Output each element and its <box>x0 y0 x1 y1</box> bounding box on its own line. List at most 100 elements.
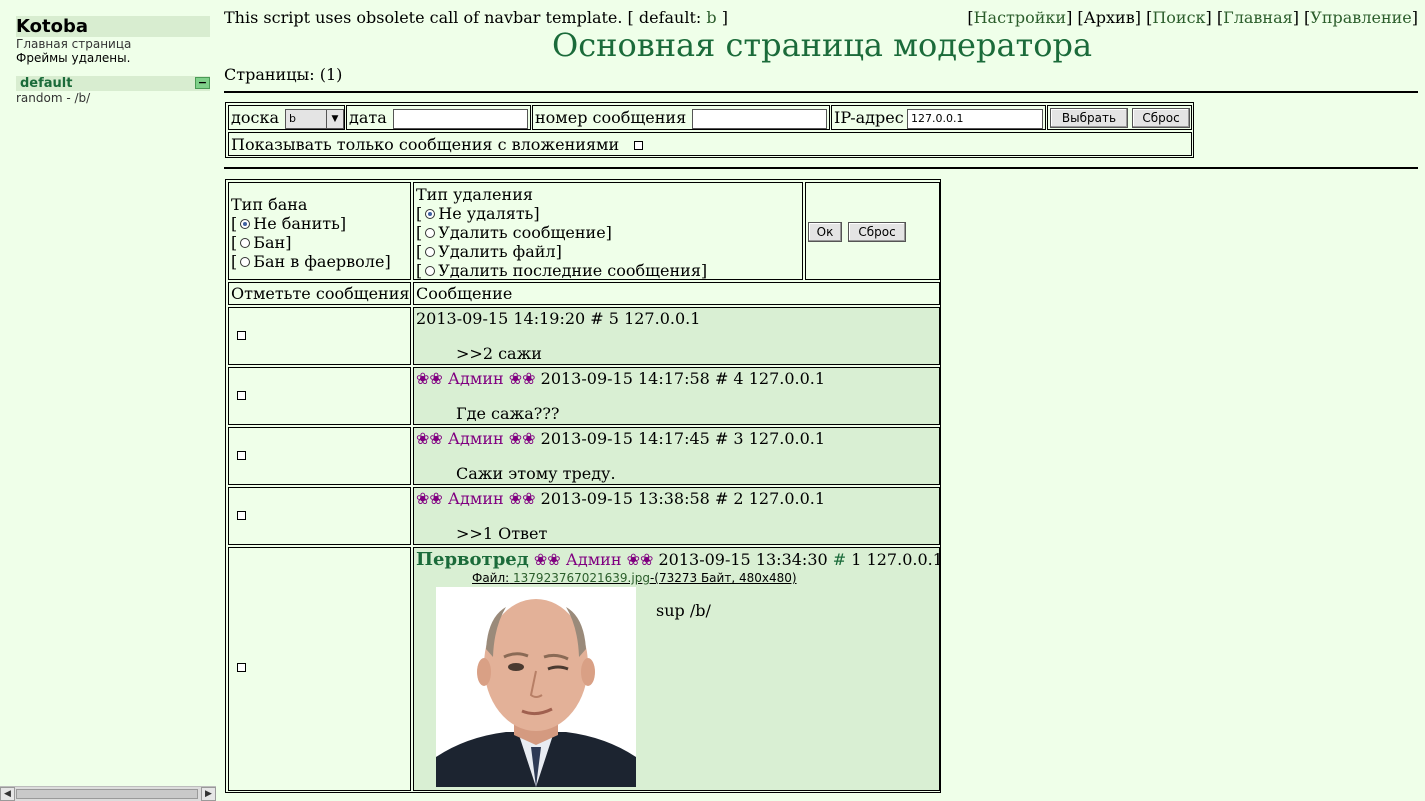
delete-option-last[interactable]: [Удалить последние сообщения] <box>416 261 707 280</box>
post-number: # 4 <box>714 369 744 388</box>
notice-board-link[interactable]: b <box>706 8 716 27</box>
moderation-table: Тип бана [Не банить] [Бан] [Бан в фаерво… <box>225 179 943 793</box>
collapse-toggle-button[interactable]: − <box>195 77 210 89</box>
post-text: >>2 сажи <box>456 344 542 363</box>
radio-icon[interactable] <box>240 218 251 229</box>
post-number: 1 <box>851 550 862 569</box>
scrollbar-thumb[interactable] <box>16 789 198 799</box>
attachments-only-checkbox[interactable] <box>634 141 643 150</box>
scroll-left-icon[interactable]: ◀ <box>0 787 15 801</box>
page-title: Основная страница модератора <box>551 26 1093 64</box>
ban-option-none[interactable]: [Не банить] <box>231 214 346 233</box>
site-title: Kotoba <box>16 16 210 37</box>
nav-search-link[interactable]: Поиск <box>1152 8 1205 27</box>
op-subject: Первотред <box>416 549 529 570</box>
notice-text: This script uses obsolete call of navbar… <box>224 8 702 27</box>
mark-column-header: Отметьте сообщения <box>228 282 411 305</box>
nav-manage-link[interactable]: Управление <box>1310 8 1411 27</box>
post-author: ❀❀ Админ ❀❀ <box>416 429 536 448</box>
delete-type-cell: Тип удаления [Не удалять] [Удалить сообщ… <box>413 182 803 280</box>
board-select-value: b <box>289 112 296 125</box>
table-row <box>228 547 411 791</box>
nav-settings-link[interactable]: Настройки <box>974 8 1067 27</box>
post-message: ❀❀ Админ ❀❀ 2013-09-15 14:17:45 # 3 127.… <box>413 427 940 485</box>
navbar-notice: This script uses obsolete call of navbar… <box>224 8 728 27</box>
post-select-checkbox[interactable] <box>237 451 246 460</box>
main-content: This script uses obsolete call of navbar… <box>224 0 1420 801</box>
post-header: 2013-09-15 14:19:20 # 5 127.0.0.1 <box>416 309 700 328</box>
table-row <box>228 487 411 545</box>
op-post-text: sup /b/ <box>656 601 711 620</box>
file-link[interactable]: 137923767021639.jpg <box>513 571 650 585</box>
post-ip: 127.0.0.1 <box>624 309 701 328</box>
attachments-only-label: Показывать только сообщения с вложениями <box>231 135 620 154</box>
date-label: дата <box>349 108 387 127</box>
post-select-checkbox[interactable] <box>237 391 246 400</box>
attached-image-thumbnail[interactable] <box>436 587 636 787</box>
post-header: ❀❀ Админ ❀❀ 2013-09-15 14:17:58 # 4 127.… <box>416 369 825 388</box>
board-label: доска <box>231 108 279 127</box>
file-info: Файл: 137923767021639.jpg-(73273 Байт, 4… <box>472 571 797 585</box>
delete-option-label: Удалить сообщение] <box>438 223 612 242</box>
ip-input[interactable]: 127.0.0.1 <box>907 109 1043 129</box>
radio-icon[interactable] <box>240 256 251 267</box>
action-buttons-cell: Ок Сброс <box>805 182 940 280</box>
post-datetime: 2013-09-15 14:19:20 <box>416 309 586 328</box>
ip-cell: IP-адрес 127.0.0.1 <box>831 105 1046 130</box>
radio-icon[interactable] <box>240 237 251 248</box>
delete-option-label: Не удалять] <box>438 204 540 223</box>
divider <box>224 91 1418 93</box>
delete-option-label: Удалить последние сообщения] <box>438 261 708 280</box>
date-input[interactable] <box>393 109 528 129</box>
delete-option-none[interactable]: [Не удалять] <box>416 204 540 223</box>
ban-option-label: Бан в фаерволе] <box>253 252 391 271</box>
ban-type-label: Тип бана <box>231 195 308 214</box>
file-label: Файл: <box>472 571 510 585</box>
scroll-right-icon[interactable]: ▶ <box>201 787 216 801</box>
ok-button[interactable]: Ок <box>808 222 842 242</box>
radio-icon[interactable] <box>425 246 436 257</box>
filter-reset-button[interactable]: Сброс <box>1132 108 1190 128</box>
ban-option-firewall[interactable]: [Бан в фаерволе] <box>231 252 391 271</box>
post-text: Сажи этому треду. <box>456 464 616 483</box>
post-author: ❀❀ Админ ❀❀ <box>533 550 654 569</box>
post-select-checkbox[interactable] <box>237 663 246 672</box>
board-select[interactable]: b ▼ <box>285 109 344 129</box>
ban-option-ban[interactable]: [Бан] <box>231 233 291 252</box>
post-datetime: 2013-09-15 14:17:58 <box>540 369 710 388</box>
divider <box>224 167 1418 169</box>
delete-option-label: Удалить файл] <box>438 242 562 261</box>
post-datetime: 2013-09-15 14:17:45 <box>540 429 710 448</box>
post-message: 2013-09-15 14:19:20 # 5 127.0.0.1 >>2 са… <box>413 307 940 365</box>
post-message: ❀❀ Админ ❀❀ 2013-09-15 14:17:58 # 4 127.… <box>413 367 940 425</box>
radio-icon[interactable] <box>425 265 436 276</box>
post-ip: 127.0.0.1 <box>748 369 826 388</box>
board-category: default − <box>16 76 210 91</box>
post-text: Где сажа??? <box>456 404 560 423</box>
delete-option-post[interactable]: [Удалить сообщение] <box>416 223 612 242</box>
horizontal-scrollbar[interactable]: ◀ ▶ <box>0 786 216 801</box>
main-page-link[interactable]: Главная страница <box>16 37 131 51</box>
post-ip: 127.0.0.1 <box>748 429 826 448</box>
radio-icon[interactable] <box>425 227 436 238</box>
radio-icon[interactable] <box>425 208 436 219</box>
post-datetime: 2013-09-15 13:34:30 <box>658 550 828 569</box>
post-header: ❀❀ Админ ❀❀ 2013-09-15 13:38:58 # 2 127.… <box>416 489 825 508</box>
post-datetime: 2013-09-15 13:38:58 <box>540 489 710 508</box>
post-author: ❀❀ Админ ❀❀ <box>416 489 536 508</box>
post-select-checkbox[interactable] <box>237 511 246 520</box>
delete-option-file[interactable]: [Удалить файл] <box>416 242 562 261</box>
post-select-checkbox[interactable] <box>237 331 246 340</box>
filter-form: доска b ▼ дата номер сообщения IP-адрес … <box>225 102 1194 158</box>
nav-home-link[interactable]: Главная <box>1223 8 1293 27</box>
post-number: # 3 <box>714 429 744 448</box>
board-category-label: default <box>20 76 73 91</box>
select-button[interactable]: Выбрать <box>1050 108 1128 128</box>
attachments-cell: Показывать только сообщения с вложениями <box>228 132 1192 156</box>
msgnum-input[interactable] <box>692 109 827 129</box>
navbar: [Настройки] [Архив] [Поиск] [Главная] [У… <box>967 8 1418 27</box>
post-hash-link[interactable]: # <box>833 550 846 569</box>
board-link-random[interactable]: random - /b/ <box>16 91 90 105</box>
action-reset-button[interactable]: Сброс <box>848 222 906 242</box>
nav-archive-text: Архив <box>1083 8 1135 27</box>
